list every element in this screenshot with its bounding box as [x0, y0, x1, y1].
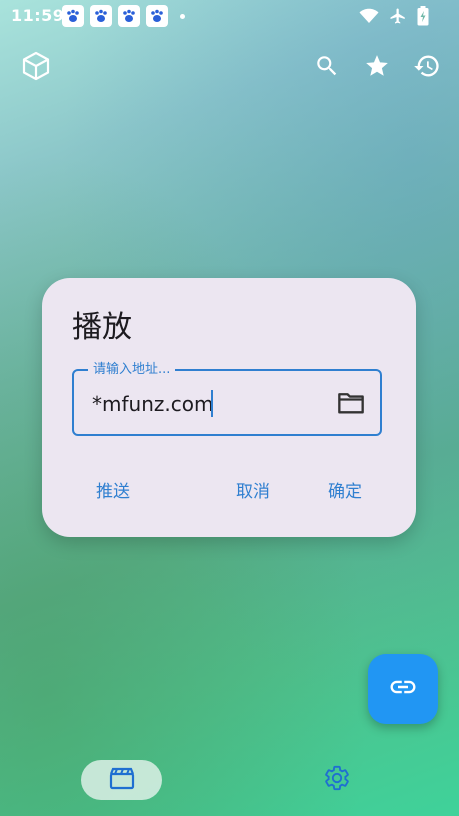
status-time: 11:59	[11, 6, 65, 25]
search-icon[interactable]	[313, 52, 341, 80]
address-field-label: 请输入地址...	[88, 361, 176, 379]
history-icon[interactable]	[413, 52, 441, 80]
paw-notification-icon	[146, 5, 168, 27]
address-field[interactable]: 请输入地址...	[72, 361, 382, 436]
push-button[interactable]: 推送	[96, 477, 130, 502]
folder-icon[interactable]	[336, 389, 366, 417]
link-icon	[388, 672, 418, 706]
text-caret	[211, 390, 213, 417]
paw-notification-icon	[90, 5, 112, 27]
battery-charging-icon	[417, 6, 429, 30]
paw-notification-icon	[118, 5, 140, 27]
play-dialog: 播放 请输入地址... 推送 取消 确定	[42, 278, 416, 537]
status-right-icons	[359, 6, 429, 30]
paw-notification-icon	[62, 5, 84, 27]
top-actions	[313, 52, 441, 80]
star-icon[interactable]	[363, 52, 391, 80]
status-bar: 11:59	[0, 0, 459, 32]
cancel-button[interactable]: 取消	[236, 477, 270, 502]
dialog-title: 播放	[72, 310, 132, 345]
link-fab-button[interactable]	[368, 654, 438, 724]
nav-settings-tab[interactable]	[322, 765, 352, 795]
cube-icon[interactable]	[20, 50, 52, 82]
more-notifications-dot	[180, 13, 185, 19]
movie-icon	[109, 766, 135, 794]
gear-icon	[323, 764, 351, 796]
nav-movie-tab[interactable]	[81, 760, 162, 800]
notification-icons	[62, 5, 185, 27]
confirm-button[interactable]: 确定	[328, 477, 362, 502]
airplane-icon	[389, 7, 407, 29]
wifi-icon	[359, 8, 379, 28]
